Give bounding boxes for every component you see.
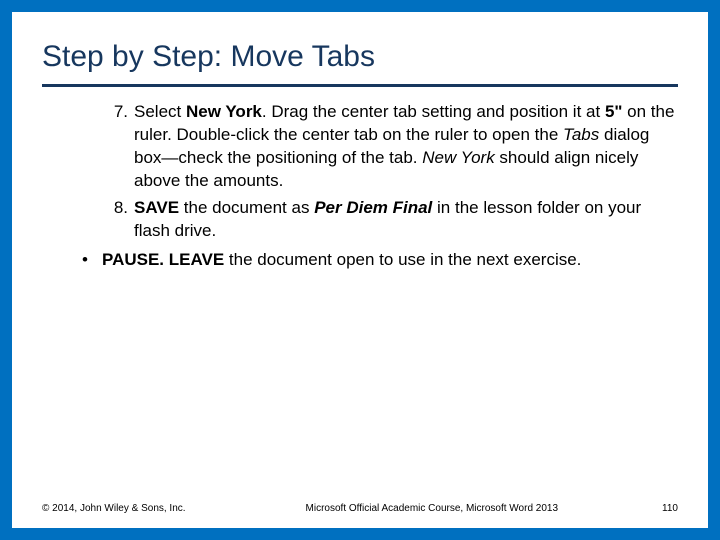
text-run: New York xyxy=(422,148,494,167)
text-run: 5" xyxy=(605,102,623,121)
slide: Step by Step: Move Tabs 7.Select New Yor… xyxy=(12,12,708,528)
course-text: Microsoft Official Academic Course, Micr… xyxy=(226,503,638,514)
text-run: the document open to use in the next exe… xyxy=(224,250,581,269)
bullet-item: PAUSE. LEAVE the document open to use in… xyxy=(88,249,678,272)
footer: © 2014, John Wiley & Sons, Inc. Microsof… xyxy=(42,503,678,514)
step-item: 8. SAVE the document as Per Diem Final i… xyxy=(134,197,678,243)
text-run: Tabs xyxy=(563,125,599,144)
copyright-text: © 2014, John Wiley & Sons, Inc. xyxy=(42,503,186,514)
text-run: PAUSE. LEAVE xyxy=(102,250,224,269)
step-list: 7.Select New York. Drag the center tab s… xyxy=(42,101,678,243)
step-number: 8. xyxy=(100,197,128,220)
text-run: Select xyxy=(134,102,186,121)
text-run: SAVE xyxy=(134,198,179,217)
text-run: New York xyxy=(186,102,262,121)
title-rule xyxy=(42,84,678,87)
slide-title: Step by Step: Move Tabs xyxy=(42,40,678,78)
step-item: 7.Select New York. Drag the center tab s… xyxy=(134,101,678,193)
text-run: . Drag the center tab setting and positi… xyxy=(262,102,605,121)
text-run: Per Diem Final xyxy=(314,198,432,217)
content-area: 7.Select New York. Drag the center tab s… xyxy=(42,101,678,272)
bullet-list: PAUSE. LEAVE the document open to use in… xyxy=(42,249,678,272)
text-run: the document as xyxy=(179,198,314,217)
step-number: 7. xyxy=(100,101,128,124)
page-number: 110 xyxy=(638,503,678,514)
